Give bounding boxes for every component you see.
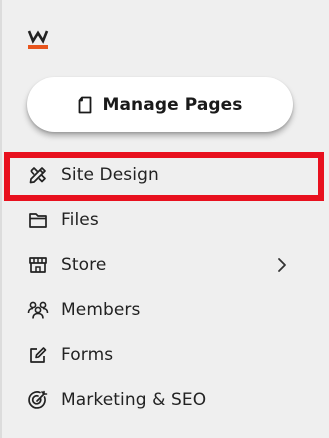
page-icon [77,96,93,114]
sidebar: Manage Pages Site Design Files Store Mem… [0,0,329,438]
nav-item-members[interactable]: Members [2,290,329,330]
folder-icon [27,209,49,231]
chevron-right-icon[interactable] [274,255,290,275]
target-icon [27,389,49,411]
nav-item-label: Forms [61,345,114,365]
manage-pages-button[interactable]: Manage Pages [27,77,293,132]
nav-item-label: Site Design [61,165,159,185]
nav-item-label: Store [61,255,107,275]
w-logo-icon[interactable] [27,28,49,50]
nav-item-forms[interactable]: Forms [2,335,329,375]
nav-item-store[interactable]: Store [2,245,329,285]
members-icon [27,299,49,321]
form-edit-icon [27,344,49,366]
nav-item-label: Marketing & SEO [61,390,207,410]
nav-item-label: Files [61,210,99,230]
design-tools-icon [27,164,49,186]
nav-item-site-design[interactable]: Site Design [2,155,329,195]
nav-item-files[interactable]: Files [2,200,329,240]
nav-item-label: Members [61,300,141,320]
manage-pages-label: Manage Pages [102,94,243,115]
store-icon [27,254,49,276]
nav-item-marketing-seo[interactable]: Marketing & SEO [2,380,329,420]
